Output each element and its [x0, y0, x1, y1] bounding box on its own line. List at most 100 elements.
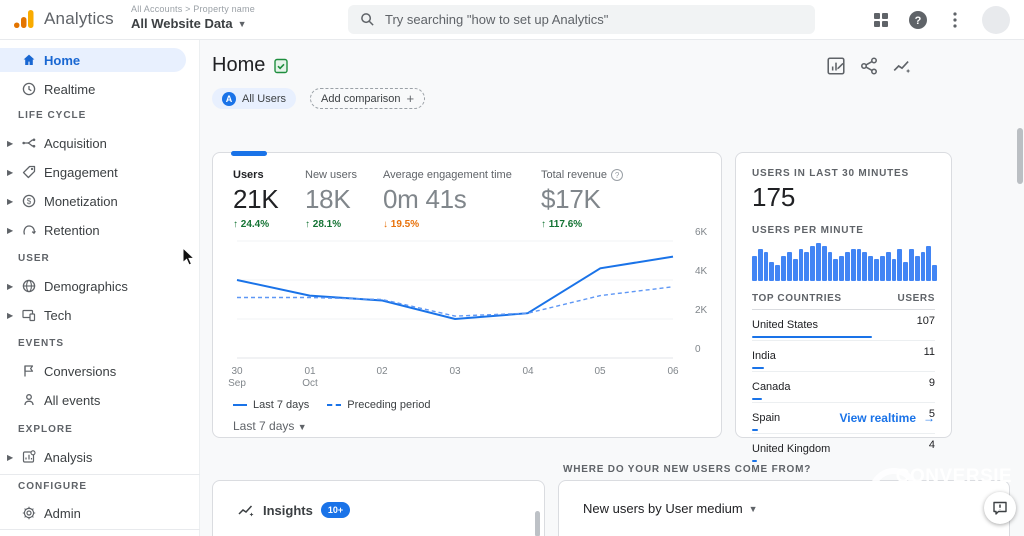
- insights-count-badge[interactable]: 10+: [320, 502, 351, 518]
- sidebar-item-engagement[interactable]: ▶ Engagement: [0, 160, 186, 184]
- sidebar-item-monetization[interactable]: ▶ $ Monetization: [0, 189, 186, 213]
- minute-bar: [833, 259, 839, 281]
- minute-bar: [850, 249, 856, 281]
- share-icon[interactable]: [859, 56, 879, 76]
- minute-bar: [839, 256, 844, 281]
- sidebar-item-conversions[interactable]: Conversions: [0, 359, 186, 383]
- expand-arrow-icon[interactable]: ▶: [7, 197, 13, 206]
- sidebar-item-realtime[interactable]: Realtime: [0, 77, 186, 101]
- data-quality-badge-icon[interactable]: [273, 58, 289, 74]
- x-axis-tick: 02: [376, 366, 388, 377]
- users-per-minute-label: USERS PER MINUTE: [752, 225, 864, 236]
- minute-bar: [908, 249, 914, 281]
- minute-bar: [932, 265, 937, 281]
- minute-bar: [821, 246, 827, 281]
- tech-devices-icon: [22, 309, 36, 322]
- analysis-icon: [22, 450, 36, 463]
- chevron-down-icon: ▼: [748, 503, 758, 514]
- table-row[interactable]: Canada 9: [752, 372, 935, 403]
- insights-scrollbar[interactable]: [535, 511, 540, 536]
- expand-arrow-icon[interactable]: ▶: [7, 453, 13, 462]
- conversions-flag-icon: [24, 365, 34, 377]
- top-countries-col-label: TOP COUNTRIES: [752, 293, 842, 304]
- help-icon[interactable]: ?: [908, 10, 928, 30]
- google-apps-grid-icon[interactable]: [871, 10, 891, 30]
- date-range-picker[interactable]: Last 7 days ▼: [233, 419, 307, 433]
- insights-card: Insights 10+: [212, 480, 545, 536]
- sidebar-item-analysis[interactable]: ▶ Analysis: [0, 445, 186, 469]
- metric-avg-engagement-time[interactable]: Average engagement time 0m 41s ↓ 19.5%: [383, 169, 512, 230]
- new-users-dimension-picker[interactable]: New users by User medium ▼: [559, 481, 1009, 516]
- minute-bar: [874, 259, 879, 281]
- account-property-selector[interactable]: All Accounts > Property name All Website…: [131, 4, 255, 31]
- sidebar-item-acquisition[interactable]: ▶ Acquisition: [0, 131, 186, 155]
- sidebar-item-demographics[interactable]: ▶ Demographics: [0, 274, 186, 298]
- ga-home-screen: Analytics All Accounts > Property name A…: [0, 0, 1024, 536]
- country-bar: [752, 398, 762, 400]
- monetization-icon: $: [22, 194, 36, 208]
- metric-users[interactable]: Users 21K ↑ 24.4%: [233, 169, 279, 230]
- expand-arrow-icon[interactable]: ▶: [7, 282, 13, 291]
- country-bar: [752, 367, 764, 369]
- view-realtime-link[interactable]: View realtime →: [840, 411, 936, 425]
- insights-sparkline-icon: [238, 505, 254, 517]
- feedback-button[interactable]: [984, 492, 1016, 524]
- customize-report-icon[interactable]: [826, 56, 846, 76]
- analytics-logo-icon: [14, 10, 34, 28]
- users-col-label: USERS: [897, 293, 935, 304]
- clock-icon: [22, 82, 36, 96]
- country-bar: [752, 460, 757, 462]
- metric-delta: ↓ 19.5%: [383, 219, 420, 230]
- table-row[interactable]: United States 107: [752, 310, 935, 341]
- metric-total-revenue[interactable]: Total revenue ? $17K ↑ 117.6%: [541, 169, 624, 230]
- sidebar-section-lifecycle: LIFE CYCLE: [18, 110, 87, 121]
- add-comparison-chip[interactable]: Add comparison +: [310, 88, 426, 109]
- all-users-segment-chip[interactable]: A All Users: [212, 88, 297, 109]
- page-scrollbar-thumb[interactable]: [1017, 128, 1023, 184]
- metric-delta: ↑ 24.4%: [233, 219, 270, 230]
- minute-bar: [827, 252, 833, 281]
- table-row[interactable]: India 11: [752, 341, 935, 372]
- sidebar-item-retention[interactable]: ▶ Retention: [0, 218, 186, 242]
- expand-arrow-icon[interactable]: ▶: [7, 226, 13, 235]
- avatar[interactable]: [982, 6, 1010, 34]
- minute-bar: [897, 249, 903, 281]
- retention-icon: [23, 225, 36, 235]
- minute-bar: [804, 252, 810, 281]
- minute-bar: [810, 246, 815, 281]
- search-icon: [361, 13, 374, 26]
- sidebar-section-explore: EXPLORE: [18, 424, 73, 435]
- expand-arrow-icon[interactable]: ▶: [7, 168, 13, 177]
- users-30min-label: USERS IN LAST 30 MINUTES: [752, 168, 909, 179]
- sidebar-item-all-events[interactable]: All events: [0, 388, 186, 412]
- x-axis-tick: 01 Oct: [302, 366, 318, 389]
- expand-arrow-icon[interactable]: ▶: [7, 139, 13, 148]
- sidebar-divider: [0, 474, 200, 475]
- insights-sparkline-icon[interactable]: [892, 56, 912, 76]
- sidebar-item-home[interactable]: Home: [0, 48, 186, 72]
- search-input[interactable]: Try searching "how to set up Analytics": [348, 5, 815, 34]
- country-bar: [752, 429, 758, 431]
- expand-arrow-icon[interactable]: ▶: [7, 311, 13, 320]
- engagement-tag-icon: [22, 165, 36, 179]
- insights-title: Insights: [263, 502, 313, 518]
- minute-bar: [920, 252, 926, 281]
- person-icon: [24, 394, 34, 406]
- gear-icon: [22, 506, 36, 520]
- chart-legend: Last 7 days Preceding period: [233, 399, 430, 411]
- help-icon[interactable]: ?: [611, 169, 624, 181]
- chevron-down-icon: ▼: [237, 18, 247, 29]
- segment-a-badge: A: [222, 91, 236, 106]
- demographics-globe-icon: [22, 279, 36, 293]
- minute-bar: [786, 252, 792, 281]
- x-axis-tick: 06: [667, 366, 679, 377]
- table-row[interactable]: United Kingdom 4: [752, 434, 935, 464]
- minute-bar: [879, 256, 885, 281]
- more-options-kebab-icon[interactable]: [945, 10, 965, 30]
- metric-new-users[interactable]: New users 18K ↑ 28.1%: [305, 169, 357, 230]
- sidebar-item-admin[interactable]: Admin: [0, 501, 186, 525]
- analytics-logo[interactable]: Analytics: [12, 7, 114, 31]
- sidebar-item-tech[interactable]: ▶ Tech: [0, 303, 186, 327]
- metric-delta: ↑ 28.1%: [305, 219, 342, 230]
- arrow-right-icon: →: [923, 411, 935, 425]
